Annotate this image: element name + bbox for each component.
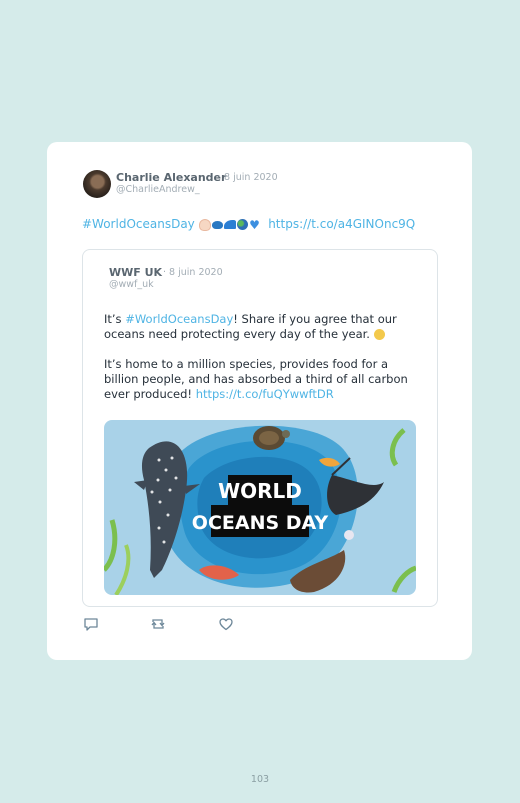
tweet-date[interactable]: · 8 juin 2020 xyxy=(218,172,278,183)
tweet-text: #WorldOceansDay ♥ https://t.co/a4GINOnc9… xyxy=(82,217,415,231)
world-oceans-day-image[interactable]: WORLD OCEANS DAY xyxy=(104,420,416,595)
author-name[interactable]: Charlie Alexander xyxy=(116,171,226,184)
retweet-icon[interactable] xyxy=(150,616,166,632)
para1-prefix: It’s xyxy=(104,312,126,326)
quoted-author-handle[interactable]: @wwf_uk xyxy=(109,279,154,290)
quoted-tweet-date[interactable]: · 8 juin 2020 xyxy=(163,267,223,278)
image-title-line1: WORLD xyxy=(218,479,302,503)
like-icon[interactable] xyxy=(218,616,234,632)
hashtag-link[interactable]: #WorldOceansDay xyxy=(82,217,195,231)
hand-icon xyxy=(199,218,212,231)
whale-icon xyxy=(212,220,224,229)
reply-icon[interactable] xyxy=(83,616,99,632)
quoted-tweet[interactable]: WWF UK · 8 juin 2020 @wwf_uk It’s #World… xyxy=(82,249,438,607)
blue-heart-icon: ♥ xyxy=(249,217,260,232)
quoted-url-link[interactable]: https://t.co/fuQYwwftDR xyxy=(196,387,334,401)
author-handle[interactable]: @CharlieAndrew_ xyxy=(116,184,200,195)
wave-icon xyxy=(224,220,237,229)
clapping-hands-icon xyxy=(373,329,385,340)
image-title-line2: OCEANS DAY xyxy=(192,512,329,534)
avatar[interactable] xyxy=(83,170,111,198)
page-number: 103 xyxy=(250,774,270,785)
tweet-card: Charlie Alexander · 8 juin 2020 @Charlie… xyxy=(47,142,472,660)
globe-icon xyxy=(237,219,249,230)
quoted-hashtag-link[interactable]: #WorldOceansDay xyxy=(125,312,233,326)
tweet-url-link[interactable]: https://t.co/a4GINOnc9Q xyxy=(268,217,415,231)
quoted-tweet-text: It’s #WorldOceansDay! Share if you agree… xyxy=(104,312,424,417)
quoted-author-name[interactable]: WWF UK xyxy=(109,266,162,279)
